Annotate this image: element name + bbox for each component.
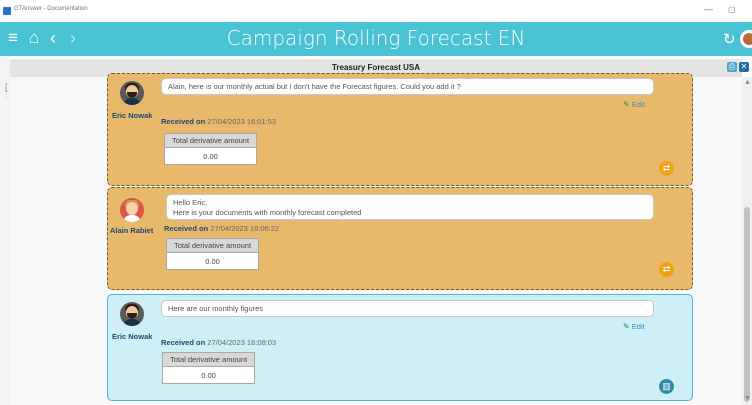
edit-cycle-icon[interactable]: ⇄	[659, 161, 674, 176]
amount-box: Total derivative amount 0.00	[164, 133, 257, 165]
received-date: 27/04/2023 16:06:22	[210, 224, 280, 233]
author-name: Eric Nowak	[112, 111, 153, 120]
received-date: 27/04/2023 16:01:53	[207, 117, 277, 126]
message-card: Alain Rabiet Hello Eric, Here is your do…	[107, 187, 693, 290]
edit-link[interactable]: ✎ Edit	[623, 100, 645, 109]
message-card: Eric Nowak Alain, here is our monthly ac…	[107, 73, 693, 186]
amount-label: Total derivative amount	[165, 134, 256, 148]
close-icon[interactable]: ✕	[739, 62, 749, 72]
user-avatar[interactable]	[740, 30, 752, 48]
scroll-thumb[interactable]	[744, 207, 750, 402]
panel-title: Treasury Forecast USA	[331, 63, 421, 72]
received-info: Received on 27/04/2023 16:06:22	[164, 224, 279, 233]
received-date: 27/04/2023 16:08:03	[207, 338, 277, 347]
message-text: Here are our monthly figures	[168, 304, 264, 313]
message-bubble: Alain, here is our monthly actual but I …	[161, 78, 654, 95]
app-logo-icon	[3, 7, 11, 15]
minimize-button[interactable]: —	[704, 4, 713, 14]
edit-label: Edit	[631, 322, 645, 331]
maximize-button[interactable]: ▢	[728, 5, 736, 14]
amount-value: 0.00	[203, 152, 218, 161]
edit-label: Edit	[631, 100, 645, 109]
edit-link[interactable]: ✎ Edit	[623, 322, 645, 331]
pencil-icon: ✎	[623, 322, 630, 331]
avatar	[120, 81, 144, 105]
message-bubble: Here are our monthly figures	[161, 300, 654, 317]
scroll-up-icon[interactable]: ▲	[744, 79, 751, 86]
amount-value: 0.00	[205, 257, 220, 266]
scrollbar[interactable]: ▲ ▼	[742, 77, 752, 405]
print-icon[interactable]: ⎙	[727, 62, 737, 72]
avatar-body	[123, 215, 141, 222]
amount-box: Total derivative amount 0.00	[166, 238, 259, 270]
page-title: Campaign Rolling Forecast EN	[226, 26, 526, 50]
pencil-icon: ✎	[623, 100, 630, 109]
edit-cycle-icon[interactable]: ⇄	[659, 262, 674, 277]
message-text: Hello Eric,	[173, 198, 208, 207]
avatar-body	[123, 98, 141, 105]
scroll-down-icon[interactable]: ▼	[744, 395, 751, 402]
received-info: Received on 27/04/2023 16:08:03	[161, 338, 276, 347]
content-area: [ · Treasury Forecast USA ⎙ ✕ Eric Nowak…	[0, 56, 752, 405]
window-title: GTAnswer - Documentation	[14, 6, 88, 12]
amount-label: Total derivative amount	[167, 239, 258, 253]
received-label: Received on	[161, 117, 206, 126]
author-name: Eric Nowak	[112, 332, 153, 341]
avatar	[120, 198, 144, 222]
avatar-head	[126, 202, 138, 215]
window-titlebar: GTAnswer - Documentation — ▢	[0, 0, 752, 22]
amount-value: 0.00	[201, 371, 216, 380]
avatar	[120, 302, 144, 326]
avatar-body	[123, 319, 141, 326]
author-name: Alain Rabiet	[110, 226, 154, 235]
left-strip-marker: [	[5, 82, 8, 92]
received-label: Received on	[164, 224, 209, 233]
message-bubble: Hello Eric, Here is your documents with …	[166, 194, 654, 220]
amount-box: Total derivative amount 0.00	[162, 352, 255, 384]
received-label: Received on	[161, 338, 206, 347]
received-info: Received on 27/04/2023 16:01:53	[161, 117, 276, 126]
amount-label: Total derivative amount	[163, 353, 254, 367]
app-header: ≡ ⌂ ‹ › Campaign Rolling Forecast EN ↻	[0, 22, 752, 56]
conversation-panel: Treasury Forecast USA ⎙ ✕ Eric Nowak Ala…	[10, 59, 749, 405]
left-strip-dot: ·	[5, 92, 8, 102]
left-strip: [ ·	[0, 56, 10, 405]
refresh-icon[interactable]: ↻	[723, 30, 736, 48]
user-avatar-face	[743, 33, 752, 45]
building-icon[interactable]: ▥	[659, 379, 674, 394]
message-card: Eric Nowak Here are our monthly figures …	[107, 294, 693, 401]
message-text: Here is your documents with monthly fore…	[173, 208, 362, 217]
message-text: Alain, here is our monthly actual but I …	[168, 82, 461, 91]
